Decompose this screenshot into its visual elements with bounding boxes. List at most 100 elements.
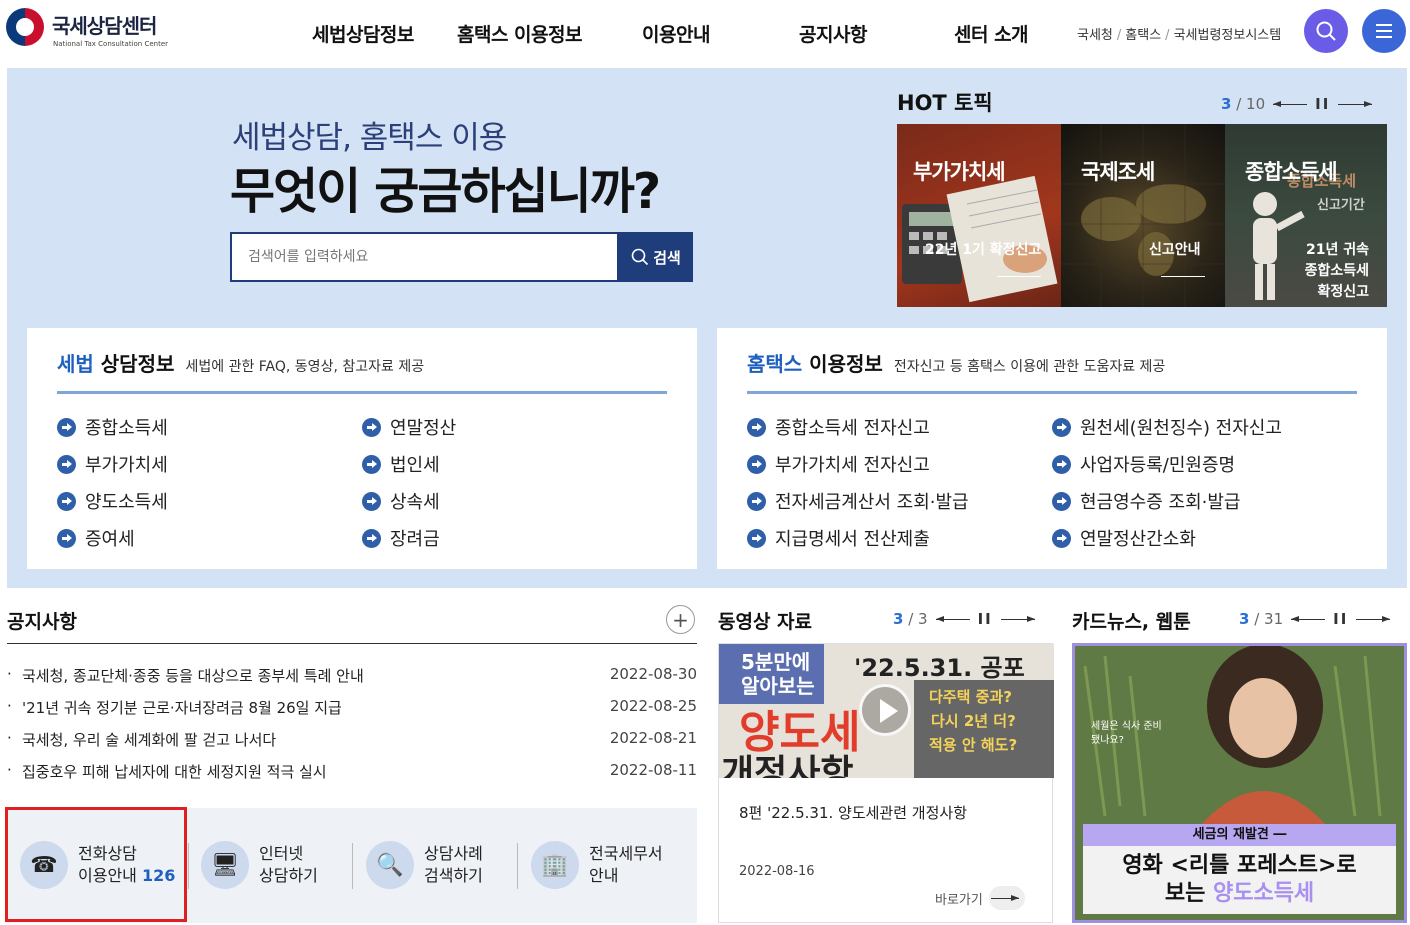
notices-more-button[interactable]: +: [666, 605, 695, 634]
government-emblem-icon: [6, 8, 44, 46]
nav-hometax-info[interactable]: 홈택스 이용정보: [457, 20, 582, 47]
hot-card-intl-tax[interactable]: 국제조세 신고안내: [1061, 124, 1225, 307]
card-news-pager: 3 / 31 II: [1239, 610, 1391, 628]
video-go-link[interactable]: 바로가기: [935, 886, 1025, 910]
divider: [57, 391, 667, 394]
hero-search-label: 검색: [653, 248, 681, 267]
tax-link-inheritance[interactable]: 상속세: [362, 488, 440, 514]
tax-link-vat[interactable]: 부가가치세: [57, 451, 168, 477]
card-news-card[interactable]: 세월은 식사 준비 됐나요? 세금의 재발견 ― 영화 <리틀 포레스트>로 보…: [1072, 643, 1407, 923]
bullet-icon: ·: [7, 665, 12, 683]
notice-row[interactable]: · 국세청, 우리 술 세계화에 팔 걷고 나서다 2022-08-21: [7, 729, 697, 751]
prev-arrow-icon[interactable]: [935, 615, 970, 623]
nav-usage-guide[interactable]: 이용안내: [642, 20, 710, 47]
search-icon: [1316, 21, 1336, 41]
arrow-circle-icon: [362, 454, 381, 474]
divider: [7, 643, 697, 644]
arrow-circle-icon: [1052, 528, 1071, 548]
building-icon: 🏢: [531, 841, 579, 889]
tax-link-yearend[interactable]: 연말정산: [362, 414, 456, 440]
quick-link-cases-label: 상담사례 검색하기: [424, 843, 483, 887]
notice-row[interactable]: · '21년 귀속 정기분 근로·자녀장려금 8월 26일 지급 2022-08-2…: [7, 697, 697, 719]
hometax-link-7[interactable]: 연말정산간소화: [1052, 525, 1196, 551]
divider: [747, 391, 1357, 394]
arrow-circle-icon: [362, 417, 381, 437]
arrow-right-icon: [988, 886, 1025, 910]
arrow-circle-icon: [1052, 417, 1071, 437]
card-news-title: 카드뉴스, 웹툰: [1072, 611, 1191, 633]
tax-link-transfer[interactable]: 양도소득세: [57, 488, 168, 514]
plus-icon: +: [672, 607, 689, 632]
tax-link-incentive[interactable]: 장려금: [362, 525, 440, 551]
next-arrow-icon[interactable]: [1338, 100, 1373, 108]
hot-card-vat[interactable]: 부가가치세 22년 1기 확정신고: [897, 124, 1061, 307]
hero-title: 무엇이 궁금하십니까?: [230, 163, 661, 220]
hometax-link-6[interactable]: 지급명세서 전산제출: [747, 525, 930, 551]
nav-center-intro[interactable]: 센터 소개: [954, 20, 1029, 47]
hometax-link-1[interactable]: 원천세(원천징수) 전자신고: [1052, 414, 1282, 440]
arrow-circle-icon: [747, 491, 766, 511]
thumb-text: 개정사항: [721, 753, 854, 778]
hometax-title[interactable]: 홈택스 이용정보: [747, 352, 883, 376]
tax-link-gift[interactable]: 증여세: [57, 525, 135, 551]
quick-link-cases[interactable]: 🔍 상담사례 검색하기: [366, 835, 483, 895]
hometax-link-0[interactable]: 종합소득세 전자신고: [747, 414, 930, 440]
bullet-icon: ·: [7, 697, 12, 715]
card-news-headline: 영화 <리틀 포레스트>로 보는 양도소득세: [1083, 846, 1396, 914]
pause-button[interactable]: II: [1333, 610, 1348, 628]
tax-link-corporate[interactable]: 법인세: [362, 451, 440, 477]
quick-link-internet[interactable]: 🖥 인터넷 상담하기: [201, 835, 318, 895]
hometax-link-5[interactable]: 현금영수증 조회·발급: [1052, 488, 1240, 514]
notice-row[interactable]: · 집중호우 피해 납세자에 대한 세정지원 적극 실시 2022-08-11: [7, 761, 697, 783]
hero-search-input[interactable]: [232, 234, 617, 280]
thumb-text: 알아보는: [741, 674, 815, 698]
menu-button[interactable]: [1362, 9, 1406, 53]
pause-button[interactable]: II: [978, 610, 993, 628]
play-icon[interactable]: [859, 684, 911, 736]
quick-link-line1: 상담사례: [424, 844, 483, 863]
quick-link-line2: 안내: [589, 866, 619, 885]
next-arrow-icon[interactable]: [1356, 615, 1391, 623]
tax-link-income[interactable]: 종합소득세: [57, 414, 168, 440]
hometax-link-3[interactable]: 사업자등록/민원증명: [1052, 451, 1235, 477]
next-arrow-icon[interactable]: [1000, 615, 1035, 623]
util-link-hometax[interactable]: 홈택스: [1125, 28, 1161, 43]
tax-consult-title[interactable]: 세법 상담정보: [57, 352, 174, 376]
hero-search-button[interactable]: 검색: [619, 232, 693, 282]
prev-arrow-icon[interactable]: [1273, 100, 1308, 108]
search-button[interactable]: [1304, 9, 1348, 53]
card-news-headline-accent: 양도소득세: [1212, 881, 1315, 906]
util-link-law-system[interactable]: 국세법령정보시스템: [1174, 28, 1282, 43]
notice-title: 집중호우 피해 납세자에 대한 세정지원 적극 실시: [22, 763, 327, 781]
video-card[interactable]: 5분만에 알아보는 양도세 개정사항 '22.5.31. 공포 다주택 중과? …: [718, 643, 1054, 923]
quick-link-offices[interactable]: 🏢 전국세무서 안내: [531, 835, 663, 895]
site-logo[interactable]: 국세상담센터 National Tax Consultation Center: [6, 8, 169, 48]
hometax-desc: 전자신고 등 홈택스 이용에 관한 도움자료 제공: [893, 359, 1166, 375]
hometax-link-label: 종합소득세 전자신고: [775, 418, 930, 439]
hot-card-vat-title: 부가가치세: [913, 160, 1006, 184]
notices-title: 공지사항: [7, 611, 77, 633]
util-separator: /: [1116, 28, 1122, 43]
hometax-title-accent: 홈택스: [747, 352, 803, 376]
site-header: 국세상담센터 National Tax Consultation Center …: [0, 0, 1410, 68]
video-thumbnail[interactable]: 5분만에 알아보는 양도세 개정사항 '22.5.31. 공포 다주택 중과? …: [719, 644, 1054, 778]
pause-button[interactable]: II: [1315, 95, 1330, 113]
hometax-link-4[interactable]: 전자세금계산서 조회·발급: [747, 488, 969, 514]
arrow-circle-icon: [747, 528, 766, 548]
video-title: 8편 '22.5.31. 양도세관련 개정사항: [739, 804, 967, 822]
hot-card-income-tax[interactable]: 종합소득세 신고기간 종합소득세 21년 귀속 종합소득세 확정신고: [1225, 124, 1387, 307]
notice-row[interactable]: · 국세청, 종교단체·종중 등을 대상으로 종부세 특례 안내 2022-08-3…: [7, 665, 697, 687]
hero-search-box: [230, 232, 619, 282]
logo-subtitle: National Tax Consultation Center: [53, 40, 169, 48]
tax-consult-desc: 세법에 관한 FAQ, 동영상, 참고자료 제공: [185, 359, 425, 375]
thumb-text: 다시 2년 더?: [931, 712, 1016, 730]
util-link-nts[interactable]: 국세청: [1077, 28, 1113, 43]
util-links: 국세청 / 홈택스 / 국세법령정보시스템: [1077, 24, 1281, 43]
divider: [517, 843, 518, 889]
prev-arrow-icon[interactable]: [1291, 615, 1326, 623]
hometax-link-2[interactable]: 부가가치세 전자신고: [747, 451, 930, 477]
quick-link-internet-label: 인터넷 상담하기: [259, 843, 318, 887]
nav-notices[interactable]: 공지사항: [799, 20, 867, 47]
nav-tax-consult-info[interactable]: 세법상담정보: [312, 20, 414, 47]
hot-card-vat-sub: 22년 1기 확정신고: [925, 242, 1042, 258]
